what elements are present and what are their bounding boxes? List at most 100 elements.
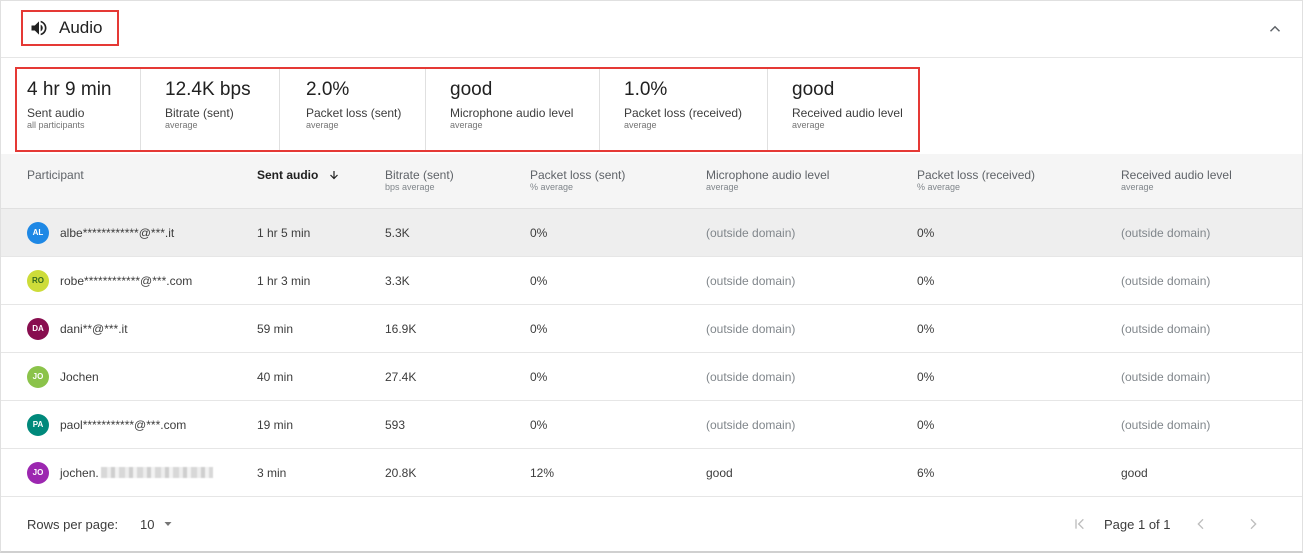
stat-sub: average (624, 120, 657, 130)
stat-value: 2.0% (306, 79, 350, 100)
col-label: Microphone audio level (706, 168, 830, 182)
stat-bitrate-sent: 12.4K bps Bitrate (sent) average (141, 69, 280, 150)
cell-sent-audio: 59 min (257, 321, 294, 336)
cell-packet-loss-sent: 0% (530, 273, 548, 288)
cell-microphone-level: (outside domain) (706, 321, 796, 336)
cell-participant: JO Jochen (27, 353, 99, 400)
cell-bitrate-sent: 16.9K (385, 321, 417, 336)
card-title-text: Audio (59, 18, 103, 37)
avatar: JO (27, 365, 49, 388)
table-header: Participant Sent audio Bitrate (sent) bp… (1, 154, 1302, 209)
rows-per-page-label: Rows per page: (27, 517, 119, 532)
stat-sub: average (165, 120, 198, 130)
table-row[interactable]: RO robe************@***.com 1 hr 3 min 3.3K… (1, 257, 1302, 305)
cell-packet-loss-received: 0% (917, 273, 935, 288)
col-sub: bps average (385, 182, 435, 192)
stat-label: Received audio level (792, 106, 903, 120)
table-row[interactable]: PA paol***********@***.com 19 min 593 0% (out… (1, 401, 1302, 449)
cell-packet-loss-sent: 0% (530, 369, 548, 384)
speaker-icon (31, 20, 47, 36)
avatar: JO (27, 461, 49, 484)
stat-received-level: good Received audio level average (768, 69, 918, 150)
col-microphone-level[interactable]: Microphone audio level average (706, 168, 829, 193)
cell-received-level: (outside domain) (1121, 225, 1211, 240)
chevron-up-icon[interactable] (1266, 20, 1284, 38)
stat-packet-loss-sent: 2.0% Packet loss (sent) average (280, 69, 426, 150)
rows-per-page-value: 10 (140, 516, 155, 532)
avatar: DA (27, 317, 49, 340)
stat-label: Packet loss (sent) (306, 106, 402, 120)
cell-bitrate-sent: 3.3K (385, 273, 410, 288)
stat-sub: all participants (27, 120, 85, 130)
stat-value: 12.4K bps (165, 79, 251, 100)
cell-packet-loss-sent: 12% (530, 465, 555, 480)
stat-sub: average (450, 120, 483, 130)
col-participant[interactable]: Participant (27, 168, 84, 182)
caret-down-icon (164, 522, 172, 526)
cell-sent-audio: 19 min (257, 417, 294, 432)
card-header: Audio (1, 1, 1302, 58)
stat-label: Microphone audio level (450, 106, 574, 120)
cell-bitrate-sent: 593 (385, 417, 406, 432)
rows-per-page-select[interactable]: 10 (140, 514, 174, 534)
stat-sub: average (306, 120, 339, 130)
participant-name: albe************@***.it (60, 225, 175, 240)
avatar: RO (27, 269, 49, 292)
participant-name: jochen. (60, 465, 99, 480)
table-row[interactable]: JO jochen. 3 min 20.8K 12% good 6% good (1, 449, 1302, 497)
col-label: Bitrate (sent) (385, 168, 454, 182)
cell-sent-audio: 40 min (257, 369, 294, 384)
cell-participant: DA dani**@***.it (27, 305, 128, 352)
previous-page-icon[interactable] (1193, 516, 1209, 532)
col-sent-audio[interactable]: Sent audio (257, 168, 340, 182)
table-row[interactable]: JO Jochen 40 min 27.4K 0% (outside domain) 0% (… (1, 353, 1302, 401)
table-footer: Rows per page: 10 Page 1 of 1 (1, 497, 1302, 552)
stat-value: good (450, 79, 493, 100)
cell-bitrate-sent: 27.4K (385, 369, 417, 384)
summary-stats: 4 hr 9 min Sent audio all participants 1… (15, 67, 920, 152)
cell-bitrate-sent: 5.3K (385, 225, 410, 240)
cell-received-level: (outside domain) (1121, 273, 1211, 288)
cell-packet-loss-sent: 0% (530, 225, 548, 240)
next-page-icon[interactable] (1245, 516, 1261, 532)
col-label: Packet loss (sent) (530, 168, 626, 182)
cell-participant: RO robe************@***.com (27, 257, 192, 304)
avatar: PA (27, 413, 49, 436)
cell-microphone-level: (outside domain) (706, 369, 796, 384)
cell-packet-loss-received: 0% (917, 225, 935, 240)
col-bitrate-sent[interactable]: Bitrate (sent) bps average (385, 168, 454, 193)
col-label: Packet loss (received) (917, 168, 1036, 182)
cell-packet-loss-received: 0% (917, 321, 935, 336)
cell-microphone-level: (outside domain) (706, 273, 796, 288)
col-packet-loss-received[interactable]: Packet loss (received) % average (917, 168, 1035, 193)
cell-participant: JO jochen. (27, 449, 213, 496)
table-row[interactable]: DA dani**@***.it 59 min 16.9K 0% (outside dom… (1, 305, 1302, 353)
participant-name: dani**@***.it (60, 321, 128, 336)
cell-packet-loss-sent: 0% (530, 417, 548, 432)
col-received-level[interactable]: Received audio level average (1121, 168, 1232, 193)
stat-sent-audio: 4 hr 9 min Sent audio all participants (17, 69, 141, 150)
participant-name: robe************@***.com (60, 273, 193, 288)
cell-received-level: (outside domain) (1121, 369, 1211, 384)
cell-microphone-level: (outside domain) (706, 417, 796, 432)
cell-received-level: good (1121, 465, 1148, 480)
cell-packet-loss-sent: 0% (530, 321, 548, 336)
col-label: Participant (27, 168, 84, 182)
participant-name: Jochen (60, 369, 99, 384)
col-packet-loss-sent[interactable]: Packet loss (sent) % average (530, 168, 625, 193)
table-row[interactable]: AL albe************@***.it 1 hr 5 min 5.3K 0… (1, 209, 1302, 257)
cell-sent-audio: 3 min (257, 465, 287, 480)
cell-participant: PA paol***********@***.com (27, 401, 186, 448)
cell-packet-loss-received: 6% (917, 465, 935, 480)
redacted-text (100, 467, 213, 478)
stat-microphone-level: good Microphone audio level average (426, 69, 600, 150)
cell-sent-audio: 1 hr 5 min (257, 225, 311, 240)
cell-packet-loss-received: 0% (917, 417, 935, 432)
first-page-icon[interactable] (1072, 516, 1088, 532)
col-sub: average (706, 182, 739, 192)
cell-received-level: (outside domain) (1121, 417, 1211, 432)
avatar: AL (27, 221, 49, 244)
cell-bitrate-sent: 20.8K (385, 465, 417, 480)
cell-microphone-level: (outside domain) (706, 225, 796, 240)
col-sub: % average (917, 182, 961, 192)
